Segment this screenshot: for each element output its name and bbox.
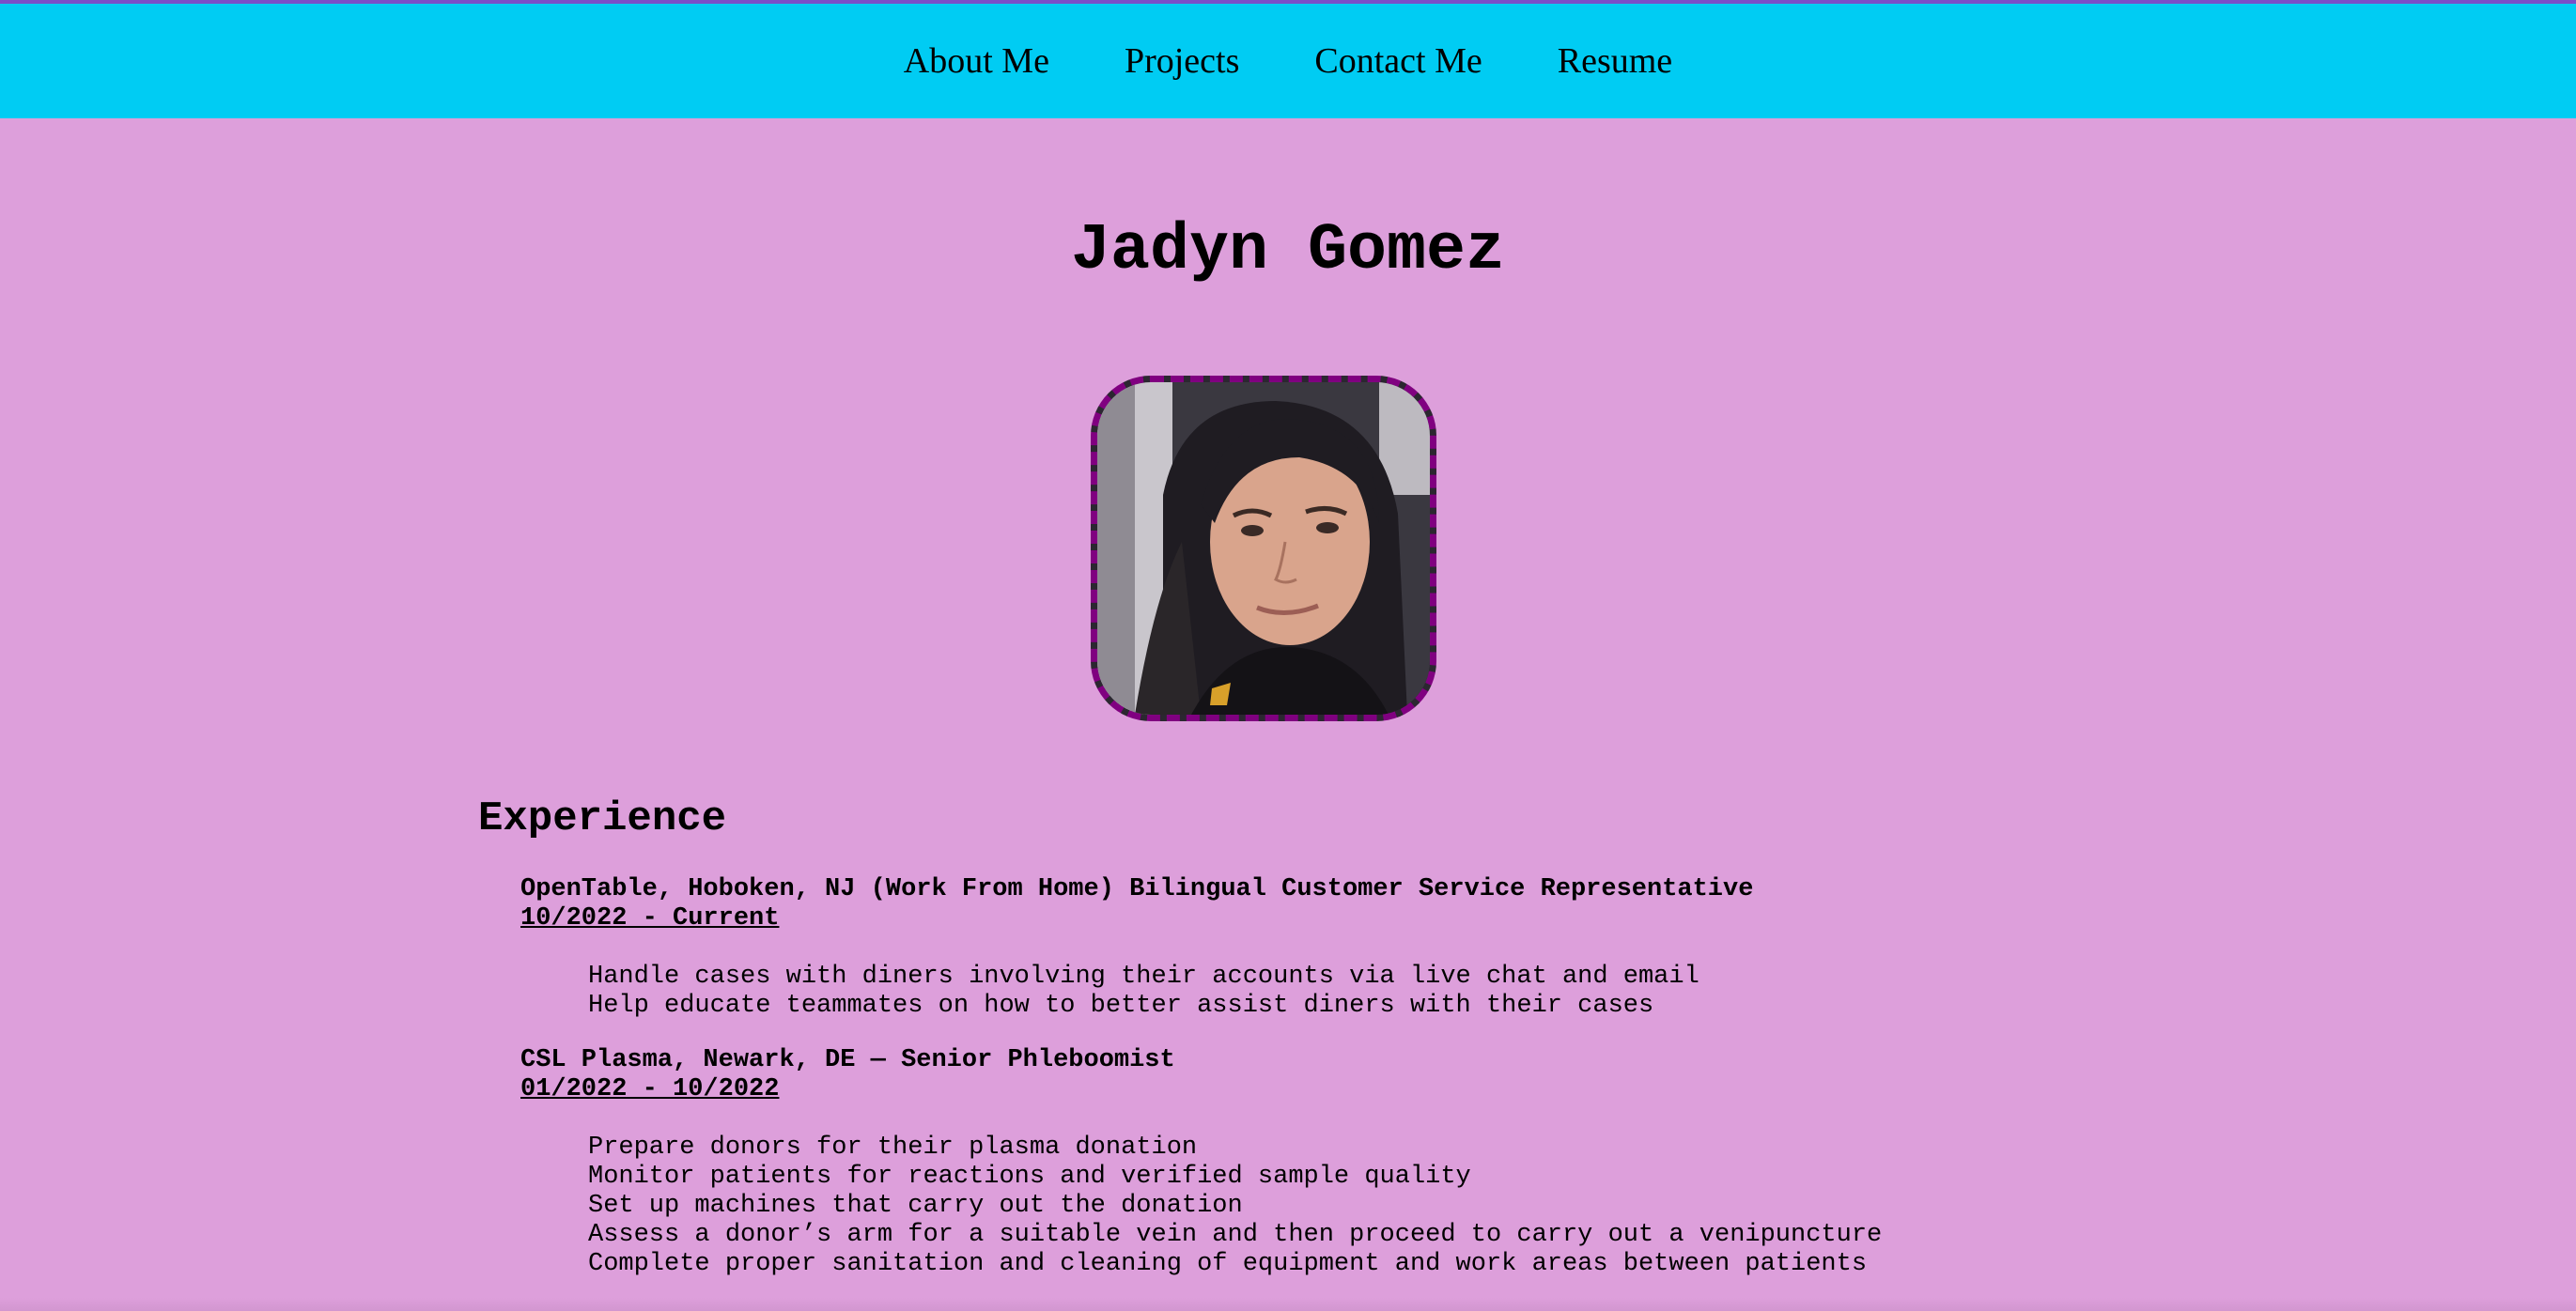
job-duty-item: Handle cases with diners involving their… <box>588 963 1699 991</box>
job-duty-item: Complete proper sanitation and cleaning … <box>588 1250 1868 1278</box>
profile-photo <box>1091 376 1436 721</box>
nav-link-contact-me[interactable]: Contact Me <box>1314 40 1482 82</box>
job-entry-csl-plasma: CSL Plasma, Newark, DE — Senior Phleboom… <box>520 1046 1882 1279</box>
page-title: Jadyn Gomez <box>1070 214 1506 288</box>
job-entry-opentable: OpenTable, Hoboken, NJ (Work From Home) … <box>520 875 1753 1021</box>
job-dates: 10/2022 - Current <box>520 904 780 933</box>
experience-heading: Experience <box>478 795 727 842</box>
job-dates: 01/2022 - 10/2022 <box>520 1075 780 1103</box>
job-title: CSL Plasma, Newark, DE — Senior Phleboom… <box>520 1046 1175 1074</box>
nav-link-resume[interactable]: Resume <box>1558 40 1672 82</box>
profile-photo-illustration <box>1097 382 1430 715</box>
job-duty-item: Monitor patients for reactions and verif… <box>588 1163 1471 1191</box>
nav-link-about-me[interactable]: About Me <box>904 40 1049 82</box>
job-title: OpenTable, Hoboken, NJ (Work From Home) … <box>520 875 1754 903</box>
job-duty-item: Assess a donor’s arm for a suitable vein… <box>588 1221 1883 1249</box>
job-duty-item: Set up machines that carry out the donat… <box>588 1192 1243 1220</box>
job-duty-item: Prepare donors for their plasma donation <box>588 1134 1198 1162</box>
job-duties-list: Handle cases with diners involving their… <box>588 963 1753 1021</box>
page-bottom-edge <box>0 1298 2576 1311</box>
job-duty-item: Help educate teammates on how to better … <box>588 992 1654 1020</box>
top-navigation-bar: About Me Projects Contact Me Resume <box>0 4 2576 118</box>
job-duties-list: Prepare donors for their plasma donation… <box>588 1134 1882 1279</box>
nav-link-projects[interactable]: Projects <box>1125 40 1239 82</box>
